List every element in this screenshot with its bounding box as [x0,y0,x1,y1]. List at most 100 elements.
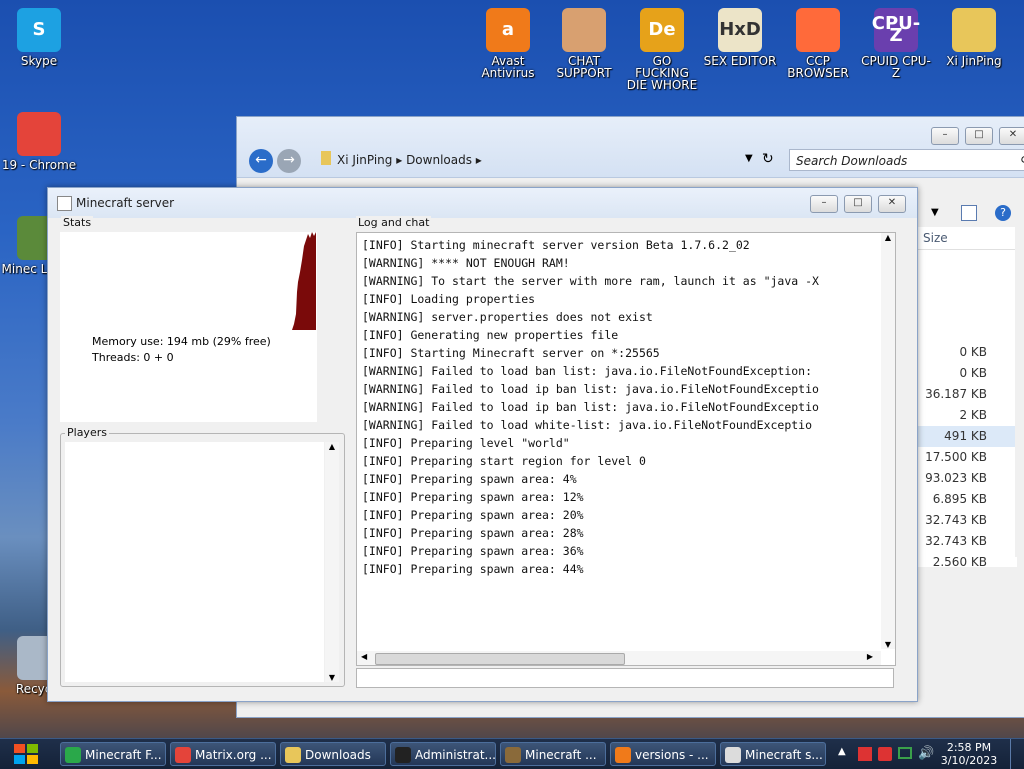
file-size-cell[interactable]: 0 KB [917,363,1017,384]
desktop-shortcut-label: 19 - Chrome [1,158,77,172]
taskbar-button-label: Minecraft ... [525,748,597,762]
file-size-cell[interactable]: 2 KB [917,405,1017,426]
desktop-shortcut-chat-support[interactable]: CHAT SUPPORT [546,8,622,79]
desktop-shortcut-xi-jinping-folder[interactable]: Xi JinPing [936,8,1012,67]
tray-network-icon[interactable] [898,747,912,759]
taskbar-button[interactable]: Matrix.org ... [170,742,276,766]
breadcrumb[interactable]: Xi JinPing ▸ Downloads ▸ [337,153,482,167]
log-line: [WARNING] Failed to load white-list: jav… [362,418,813,432]
mc-title-bar[interactable]: Minecraft server – □ ✕ [48,188,917,218]
file-size-cell[interactable]: 0 KB [917,342,1017,363]
log-line: [WARNING] Failed to load ip ban list: ja… [362,400,819,414]
tray-volume-icon[interactable]: 🔊 [918,746,934,761]
log-line: [WARNING] Failed to load ban list: java.… [362,364,813,378]
breadcrumb-item-user[interactable]: Xi JinPing [337,153,392,167]
explorer-close-button[interactable]: ✕ [999,127,1024,145]
log-panel: Log and chat [INFO] Starting minecraft s… [350,216,903,688]
players-list[interactable] [65,442,324,682]
mc-minimize-button[interactable]: – [810,195,838,213]
scroll-left-icon[interactable]: ◀ [361,652,367,661]
views-dropdown-icon[interactable]: ▼ [931,207,939,218]
show-desktop-button[interactable] [1010,739,1024,769]
show-hidden-icons[interactable]: ▲ [838,746,846,757]
memory-usage-bars [292,232,316,330]
explorer-vertical-scrollbar[interactable] [1015,227,1024,557]
mc-close-button[interactable]: ✕ [878,195,906,213]
file-size-cell[interactable]: 32.743 KB [917,531,1017,552]
search-input[interactable]: Search Downloads ⚲ [789,149,1024,171]
file-size-cell[interactable]: 17.500 KB [917,447,1017,468]
help-icon[interactable]: ? [995,205,1011,221]
address-dropdown-icon[interactable]: ▼ [745,153,753,164]
taskbar-app-icon [285,747,301,763]
memory-graph: Memory use: 194 mb (29% free) Threads: 0… [60,232,317,422]
log-line: [WARNING] Failed to load ip ban list: ja… [362,382,819,396]
desktop-shortcut-label: Skype [20,54,58,68]
scroll-up-icon[interactable]: ▲ [325,442,339,451]
command-input[interactable] [356,668,894,688]
desktop-shortcut-chrome[interactable]: 19 - Chrome [1,112,77,171]
log-vertical-scrollbar[interactable]: ▲ ▼ [881,233,895,649]
file-size-cell[interactable]: 32.743 KB [917,510,1017,531]
mc-maximize-button[interactable]: □ [844,195,872,213]
log-line: [WARNING] **** NOT ENOUGH RAM! [362,256,570,270]
back-arrow-icon[interactable]: ← [249,149,273,173]
refresh-icon[interactable]: ↻ [762,151,774,167]
file-size-cell[interactable]: 2.560 KB [917,552,1017,573]
desktop-shortcut-avast[interactable]: a Avast Antivirus [470,8,546,79]
breadcrumb-separator-icon: ▸ [396,153,407,167]
start-button[interactable] [6,741,50,767]
file-size-cell[interactable]: 491 KB [917,426,1017,447]
log-line: [INFO] Generating new properties file [362,328,619,342]
tray-security-icon[interactable] [878,747,892,761]
taskbar-button-label: Matrix.org ... [195,748,272,762]
horizontal-scroll-thumb[interactable] [375,653,625,665]
taskbar-button[interactable]: Minecraft s... [720,742,826,766]
desktop-shortcut-cpuz[interactable]: CPU-Z CPUID CPU-Z [858,8,934,79]
taskbar-app-icon [725,747,741,763]
taskbar-button[interactable]: Downloads [280,742,386,766]
log-horizontal-scrollbar[interactable]: ◀ ▶ [357,651,881,665]
desktop-shortcut-de[interactable]: De GO FUCKING DIE WHORE [624,8,700,91]
file-size-cell[interactable]: 6.895 KB [917,489,1017,510]
scroll-up-icon[interactable]: ▲ [881,233,895,242]
scroll-down-icon[interactable]: ▼ [325,673,339,682]
taskbar-button[interactable]: Minecraft F... [60,742,166,766]
desktop-shortcut-label: CCP BROWSER [787,54,849,80]
taskbar-button-label: Downloads [305,748,371,762]
desktop-shortcut-skype[interactable]: S Skype [1,8,77,67]
breadcrumb-item-downloads[interactable]: Downloads [406,153,472,167]
explorer-maximize-button[interactable]: □ [965,127,993,145]
forward-arrow-icon[interactable]: → [277,149,301,173]
players-scrollbar[interactable]: ▲ ▼ [325,442,339,682]
preview-pane-icon[interactable] [961,205,977,221]
stats-panel: Stats Memory use: 194 mb (29% free) Thre… [57,216,342,430]
taskbar-button[interactable]: Administrat... [390,742,496,766]
avast-icon: a [486,8,530,52]
taskbar-app-icon [175,747,191,763]
taskbar-button[interactable]: Minecraft ... [500,742,606,766]
chat-support-icon [562,8,606,52]
hxd-icon: HxD [718,8,762,52]
taskbar-app-icon [505,747,521,763]
file-size-cell[interactable]: 93.023 KB [917,468,1017,489]
size-cells: 0 KB 0 KB 36.187 KB 2 KB 491 KB 17.500 KB 93.0… [917,250,1017,573]
taskbar-button[interactable]: versions - ... [610,742,716,766]
players-panel: Players ▲ ▼ [60,426,345,687]
taskbar-app-icon [65,747,81,763]
log-area[interactable]: [INFO] Starting minecraft server version… [356,232,896,666]
explorer-minimize-button[interactable]: – [931,127,959,145]
memory-graph-svg [292,232,316,330]
desktop-shortcut-label: CHAT SUPPORT [556,54,612,80]
desktop-shortcut-ccp-browser[interactable]: CCP BROWSER [780,8,856,79]
scroll-right-icon[interactable]: ▶ [867,652,873,661]
size-column-header[interactable]: Size [917,227,1017,250]
tray-flag-icon[interactable] [858,747,872,761]
size-column: Size 0 KB 0 KB 36.187 KB 2 KB 491 KB 17.500 K… [917,227,1017,569]
scroll-down-icon[interactable]: ▼ [881,640,895,649]
clock[interactable]: 2:58 PM 3/10/2023 [936,741,1002,767]
taskbar-button-label: Administrat... [415,748,496,762]
log-line: [INFO] Preparing start region for level … [362,454,646,468]
file-size-cell[interactable]: 36.187 KB [917,384,1017,405]
desktop-shortcut-hxd[interactable]: HxD SEX EDITOR [702,8,778,67]
